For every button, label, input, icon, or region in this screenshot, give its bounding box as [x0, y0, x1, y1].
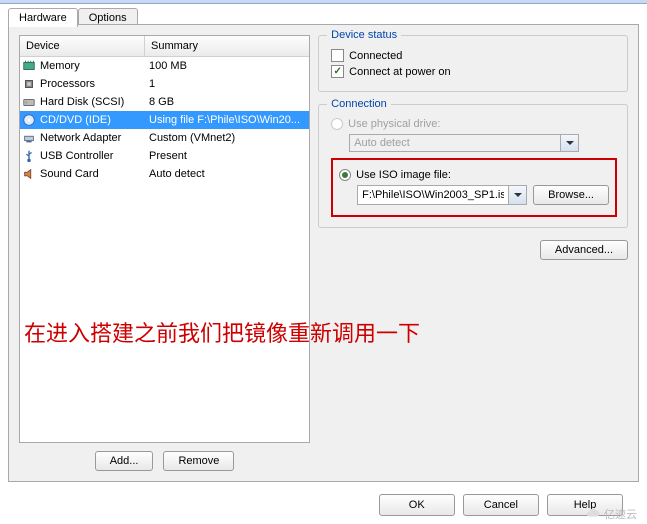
iso-radio[interactable]	[339, 169, 351, 181]
device-row-sound[interactable]: Sound Card Auto detect	[20, 165, 309, 183]
device-list: Device Summary Memory 100 MB Processors …	[19, 35, 310, 443]
browse-button[interactable]: Browse...	[533, 185, 609, 205]
device-row-memory[interactable]: Memory 100 MB	[20, 57, 309, 75]
device-status-group: Device status Connected Connect at power…	[318, 35, 628, 92]
connected-checkbox[interactable]	[331, 49, 344, 62]
device-row-cddvd[interactable]: CD/DVD (IDE) Using file F:\Phile\ISO\Win…	[20, 111, 309, 129]
tab-hardware[interactable]: Hardware	[8, 8, 78, 27]
device-row-usb[interactable]: USB Controller Present	[20, 147, 309, 165]
iso-label: Use ISO image file:	[356, 169, 451, 181]
network-icon	[22, 131, 36, 145]
device-row-network[interactable]: Network Adapter Custom (VMnet2)	[20, 129, 309, 147]
annotation-text: 在进入搭建之前我们把镜像重新调用一下	[24, 316, 420, 348]
sound-icon	[22, 167, 36, 181]
device-status-title: Device status	[327, 29, 401, 41]
memory-icon	[22, 59, 36, 73]
ok-button[interactable]: OK	[379, 494, 455, 516]
dropdown-arrow-icon	[560, 135, 578, 151]
iso-path-input[interactable]	[358, 186, 508, 204]
connect-poweron-checkbox[interactable]	[331, 65, 344, 78]
physical-drive-radio[interactable]	[331, 118, 343, 130]
physical-drive-label: Use physical drive:	[348, 118, 440, 130]
iso-path-combo[interactable]	[357, 185, 527, 205]
cloud-icon	[586, 507, 600, 521]
connection-group: Connection Use physical drive: Use ISO i…	[318, 104, 628, 228]
device-row-harddisk[interactable]: Hard Disk (SCSI) 8 GB	[20, 93, 309, 111]
connection-title: Connection	[327, 98, 391, 110]
iso-highlight-box: Use ISO image file: Browse...	[331, 158, 617, 217]
column-summary[interactable]: Summary	[145, 36, 309, 56]
device-row-processors[interactable]: Processors 1	[20, 75, 309, 93]
connected-label: Connected	[349, 50, 402, 62]
cancel-button[interactable]: Cancel	[463, 494, 539, 516]
column-device[interactable]: Device	[20, 36, 145, 56]
cd-icon	[22, 113, 36, 127]
advanced-button[interactable]: Advanced...	[540, 240, 628, 260]
usb-icon	[22, 149, 36, 163]
remove-button[interactable]: Remove	[163, 451, 234, 471]
connect-poweron-label: Connect at power on	[349, 66, 451, 78]
physical-drive-combo	[349, 134, 579, 152]
add-button[interactable]: Add...	[95, 451, 154, 471]
cpu-icon	[22, 77, 36, 91]
harddisk-icon	[22, 95, 36, 109]
dropdown-arrow-icon[interactable]	[508, 186, 526, 204]
physical-drive-input	[350, 135, 560, 151]
watermark: 亿速云	[586, 506, 637, 522]
